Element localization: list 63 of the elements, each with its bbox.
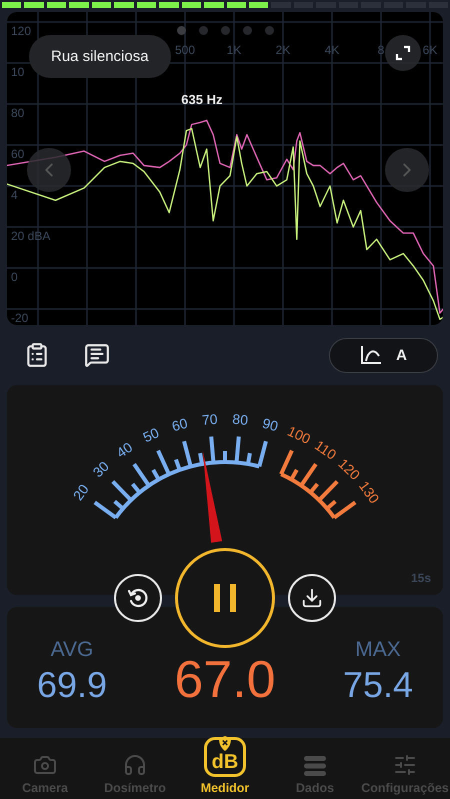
- current-level: 67.0: [174, 650, 276, 710]
- level-segment: [159, 2, 179, 8]
- scale-label: 30: [90, 458, 112, 480]
- axis-label: 60: [11, 147, 24, 161]
- axis-label: 0: [11, 270, 18, 284]
- level-segment: [24, 2, 44, 8]
- reset-icon: [126, 586, 150, 610]
- scale-label: 100: [285, 422, 314, 447]
- axis-label: 80: [11, 106, 24, 120]
- level-segment: [226, 2, 246, 8]
- sliders-icon: [393, 753, 417, 777]
- list-icon: [303, 755, 327, 777]
- headphones-icon: [123, 753, 147, 777]
- axis-label: 8: [378, 43, 384, 57]
- axis-label: 4K: [324, 43, 340, 57]
- expand-button[interactable]: [385, 35, 421, 71]
- expand-icon: [395, 45, 411, 61]
- axis-label: 6K: [422, 43, 438, 57]
- scale-label: 80: [232, 410, 249, 428]
- axis-label: 10: [11, 65, 24, 79]
- camera-icon: [33, 753, 57, 777]
- peak-label: 635 Hz: [181, 92, 222, 107]
- previous-button[interactable]: [27, 148, 71, 192]
- stat-value: 75.4: [342, 664, 414, 706]
- pause-icon: [214, 584, 236, 612]
- page-dot[interactable]: [221, 26, 230, 35]
- comment-icon: [84, 342, 110, 368]
- axis-label: 120: [11, 24, 32, 38]
- scale-label: 40: [113, 438, 136, 461]
- page-dot[interactable]: [243, 26, 252, 35]
- axis-label: 4: [11, 188, 18, 202]
- level-segment: [182, 2, 202, 8]
- level-segment: [69, 2, 89, 8]
- scale-label: 70: [201, 410, 218, 428]
- axis-label: 20 dBA: [11, 229, 50, 243]
- level-segment: [46, 2, 66, 8]
- axis-label: 1K: [226, 43, 242, 57]
- download-icon: [301, 587, 323, 609]
- scale-label: 60: [170, 414, 190, 434]
- axis-label: 500: [174, 43, 196, 57]
- page-dot[interactable]: [199, 26, 208, 35]
- curve-chart-icon: [360, 345, 382, 365]
- preset-label[interactable]: Rua silenciosa: [29, 35, 171, 78]
- stat-label: MAX: [355, 638, 401, 662]
- badge-text: dB: [212, 750, 238, 774]
- level-segment: [92, 2, 112, 8]
- page-dot[interactable]: [177, 26, 186, 35]
- page-dot[interactable]: [265, 26, 274, 35]
- level-segment: [248, 2, 268, 8]
- level-segment: [114, 2, 134, 8]
- stat-label: AVG: [50, 638, 94, 662]
- stat-value: 69.9: [36, 664, 108, 706]
- scale-label: 90: [260, 414, 280, 434]
- tab[interactable]: dB Medidor: [180, 738, 270, 799]
- level-segment: [204, 2, 224, 8]
- level-segment: [2, 2, 22, 8]
- axis-label: -20: [11, 311, 28, 325]
- duration-label: 15s: [410, 571, 431, 585]
- weighting-button[interactable]: A: [329, 338, 438, 372]
- axis-label: 2K: [276, 43, 290, 57]
- level-segment: [136, 2, 156, 8]
- scale-label: 20: [70, 481, 92, 504]
- scale-label: 50: [140, 424, 162, 446]
